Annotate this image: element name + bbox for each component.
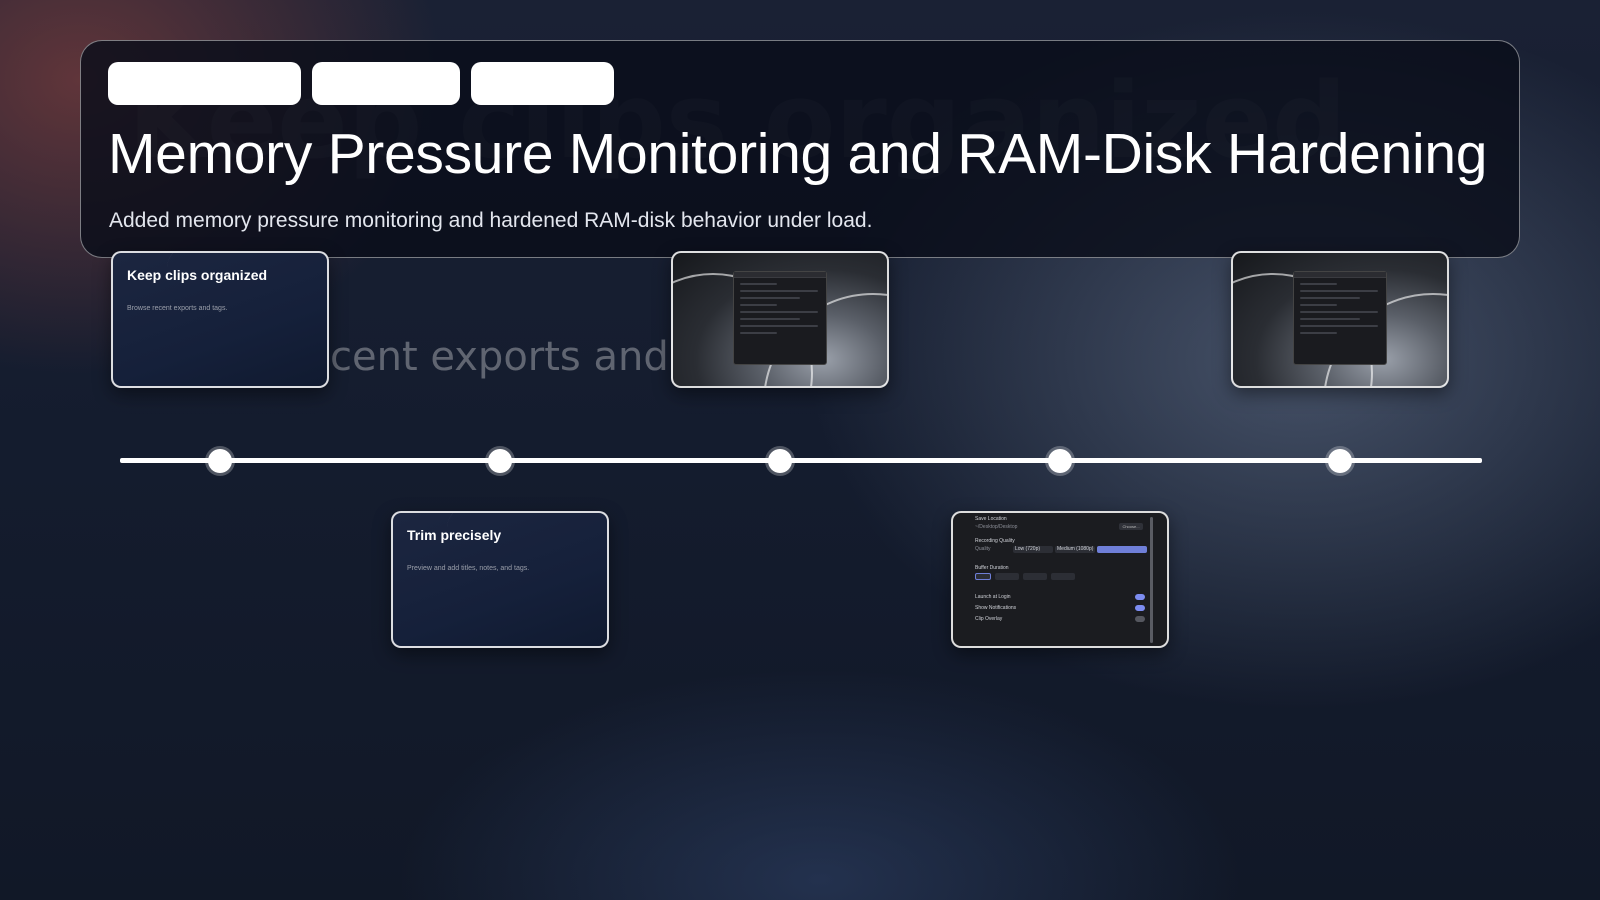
card-subtitle: Preview and add titles, notes, and tags.: [407, 565, 530, 572]
timeline-node[interactable]: [1328, 449, 1352, 473]
buffer-option[interactable]: [995, 573, 1019, 580]
app-window-thumbnail: [1293, 271, 1387, 365]
clip-overlay-label: Clip Overlay: [975, 616, 1003, 622]
choose-button[interactable]: Choose...: [1119, 523, 1143, 530]
launch-at-login-toggle[interactable]: [1135, 594, 1145, 600]
timeline-track: [120, 458, 1482, 463]
app-window-thumbnail: [733, 271, 827, 365]
quality-low-label: Low (720p): [1015, 546, 1041, 552]
save-path-value: ~/Desktop/Desktop: [975, 524, 1018, 530]
timeline-card-keep-clips[interactable]: Keep clips organized Browse recent expor…: [111, 251, 329, 388]
buffer-option[interactable]: [1023, 573, 1047, 580]
scrollbar[interactable]: [1150, 517, 1153, 643]
timeline-card-screenshot[interactable]: [1231, 251, 1449, 388]
card-title: Keep clips organized: [127, 267, 268, 283]
timeline-node[interactable]: [208, 449, 232, 473]
timeline-card-screenshot[interactable]: [671, 251, 889, 388]
background-subtitle-text: cent exports and: [330, 334, 669, 380]
timeline-card-settings[interactable]: Save Location ~/Desktop/Desktop Choose..…: [951, 511, 1169, 648]
clip-overlay-toggle[interactable]: [1135, 616, 1145, 622]
release-title: Memory Pressure Monitoring and RAM-Disk …: [108, 122, 1488, 186]
timeline-node[interactable]: [1048, 449, 1072, 473]
card-subtitle: Browse recent exports and tags.: [127, 305, 228, 312]
timeline-node[interactable]: [488, 449, 512, 473]
buffer-option[interactable]: [1051, 573, 1075, 580]
quality-high-option[interactable]: [1097, 546, 1147, 553]
recording-quality-label: Recording Quality: [975, 538, 1015, 544]
launch-at-login-label: Launch at Login: [975, 594, 1011, 600]
save-location-label: Save Location: [975, 516, 1007, 522]
timeline-card-trim[interactable]: Trim precisely Preview and add titles, n…: [391, 511, 609, 648]
tag-pill[interactable]: [471, 62, 614, 105]
timeline-node[interactable]: [768, 449, 792, 473]
tag-pills: [108, 62, 614, 105]
buffer-option[interactable]: [975, 573, 991, 580]
quality-label: Quality: [975, 546, 991, 552]
card-title: Trim precisely: [407, 527, 502, 543]
show-notifications-label: Show Notifications: [975, 605, 1017, 611]
show-notifications-toggle[interactable]: [1135, 605, 1145, 611]
buffer-duration-label: Buffer Duration: [975, 565, 1009, 571]
release-description: Added memory pressure monitoring and har…: [109, 209, 873, 232]
tag-pill[interactable]: [108, 62, 301, 105]
tag-pill[interactable]: [312, 62, 460, 105]
release-header-card: Memory Pressure Monitoring and RAM-Disk …: [80, 40, 1520, 258]
quality-medium-label: Medium (1080p): [1057, 546, 1094, 552]
